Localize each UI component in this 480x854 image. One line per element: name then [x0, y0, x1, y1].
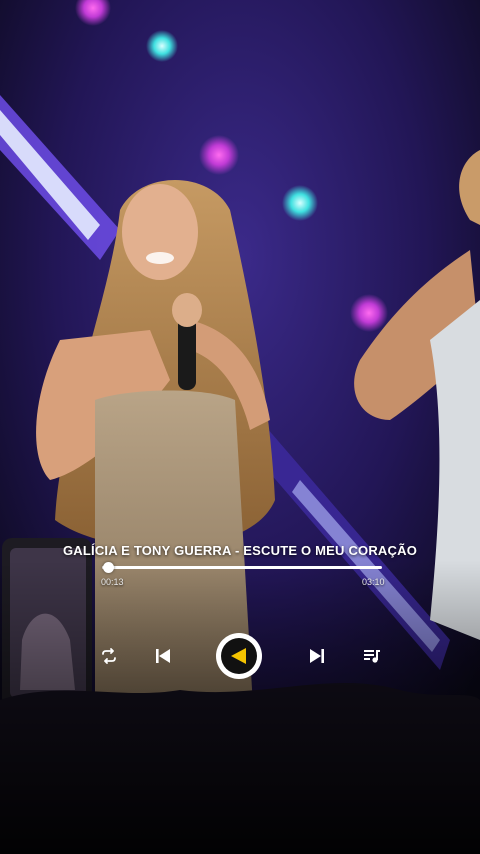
skip-next-icon	[310, 649, 324, 663]
video-screen: GALÍCIA E TONY GUERRA - ESCUTE O MEU COR…	[0, 0, 480, 854]
play-button-inner	[221, 638, 257, 674]
play-icon	[231, 648, 246, 664]
repeat-button[interactable]	[98, 646, 120, 666]
progress-track[interactable]	[102, 562, 382, 573]
skip-previous-icon	[156, 649, 170, 663]
song-title: GALÍCIA E TONY GUERRA - ESCUTE O MEU COR…	[62, 543, 418, 558]
music-player-overlay: GALÍCIA E TONY GUERRA - ESCUTE O MEU COR…	[0, 0, 480, 854]
queue-button[interactable]	[361, 646, 383, 666]
total-time: 03:10	[362, 577, 385, 587]
previous-button[interactable]	[153, 646, 173, 666]
repeat-icon	[102, 648, 116, 664]
elapsed-time: 00:13	[101, 577, 124, 587]
queue-music-icon	[364, 650, 380, 663]
progress-thumb[interactable]	[102, 562, 114, 573]
play-button[interactable]	[216, 633, 262, 679]
next-button[interactable]	[307, 646, 327, 666]
